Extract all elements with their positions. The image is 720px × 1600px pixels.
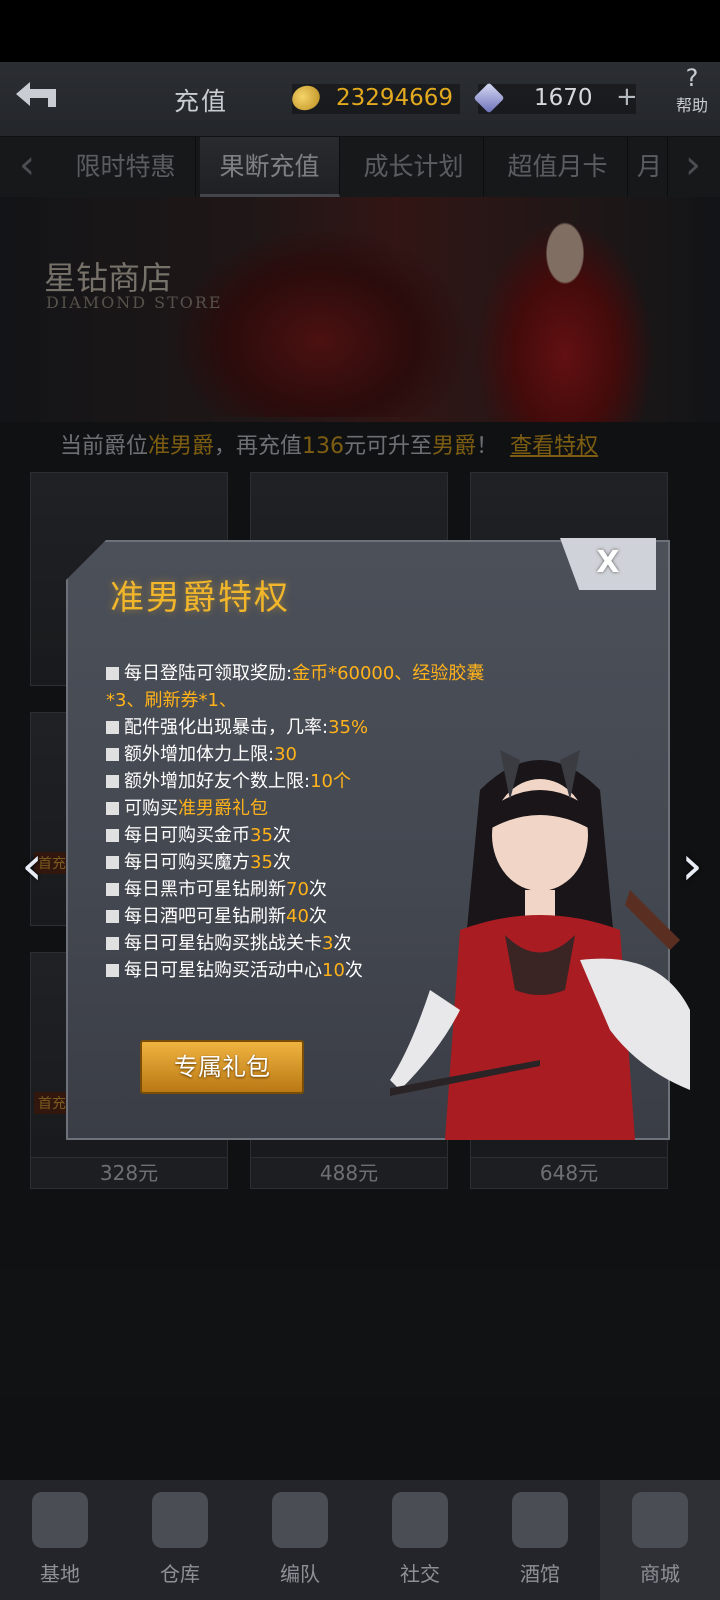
help-button[interactable]: ? 帮助 (664, 64, 720, 132)
gold-counter: 23294669 (288, 81, 460, 115)
back-arrow-icon (16, 82, 56, 107)
nav-item-warehouse[interactable]: 仓库 (120, 1480, 240, 1600)
nav-label: 社交 (400, 1562, 440, 1586)
nav-label: 商城 (640, 1562, 680, 1586)
add-diamond-button[interactable]: + (616, 82, 638, 112)
gold-amount: 23294669 (336, 85, 454, 111)
perk-item: *3、刷新券*1、 (106, 690, 237, 711)
nav-label: 编队 (280, 1562, 320, 1586)
help-label: 帮助 (675, 96, 708, 115)
warehouse-icon (152, 1492, 208, 1548)
nav-item-base[interactable]: 基地 (0, 1480, 120, 1600)
character-illustration (390, 750, 690, 1140)
diamond-amount: 1670 (534, 85, 593, 111)
nav-item-tavern[interactable]: 酒馆 (480, 1480, 600, 1600)
status-bar (0, 0, 720, 62)
diamond-icon (473, 82, 505, 114)
nav-item-shop[interactable]: 商城 (600, 1480, 720, 1600)
base-star-icon (32, 1492, 88, 1548)
tavern-mug-icon (512, 1492, 568, 1548)
popup-title: 准男爵特权 (110, 578, 290, 618)
nav-label: 仓库 (160, 1562, 200, 1586)
bottom-nav: 基地 仓库 编队 社交 酒馆 商城 (0, 1480, 720, 1600)
exclusive-gift-button[interactable]: 专属礼包 (140, 1040, 304, 1094)
nav-item-social[interactable]: 社交 (360, 1480, 480, 1600)
handshake-icon (392, 1492, 448, 1548)
nav-label: 酒馆 (520, 1562, 560, 1586)
back-button[interactable] (8, 76, 70, 120)
shop-orb-icon (632, 1492, 688, 1548)
diamond-counter: 1670 + (473, 82, 638, 114)
helmet-icon (272, 1492, 328, 1548)
page-title: 充值 (174, 87, 229, 116)
page-prev-arrow-icon[interactable]: ‹ (12, 839, 52, 896)
help-icon: ? (685, 64, 699, 92)
perk-item: 每日登陆可领取奖励:金币*60000、经验胶囊 (106, 660, 536, 687)
nav-item-formation[interactable]: 编队 (240, 1480, 360, 1600)
coin-icon (288, 81, 324, 115)
nav-label: 基地 (40, 1562, 80, 1586)
header: 充值 23294669 1670 + ? 帮助 (0, 62, 720, 137)
